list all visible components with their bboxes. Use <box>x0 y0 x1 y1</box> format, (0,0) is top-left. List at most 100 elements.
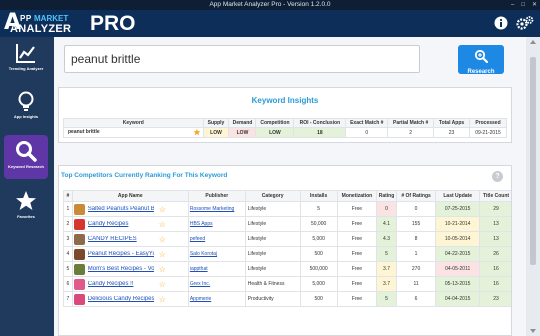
app-name-cell: Candy Recipes ☆ <box>71 216 189 232</box>
app-name-link[interactable]: Candy Recipes !! <box>88 281 154 287</box>
publisher-link[interactable]: HBS Apps <box>190 221 213 227</box>
app-name-link[interactable]: Candy Recipes <box>88 221 154 227</box>
logo-pro: PRO <box>90 12 136 35</box>
favorite-star-icon[interactable]: ☆ <box>159 295 166 304</box>
favorite-star-icon[interactable]: ☆ <box>159 265 166 274</box>
app-name-cell: Delicious Candy Recipes ☆ <box>71 291 189 307</box>
total-apps-value: 23 <box>433 127 470 138</box>
col-publisher: Publisher <box>187 190 246 202</box>
competitors-title: Top Competitors Currently Ranking For Th… <box>61 172 228 179</box>
table-row[interactable]: 5 Mom's Best Recipes - Vol ☆ iappthat Lifest… <box>63 261 511 277</box>
sidebar-item-label: Favorites <box>17 214 35 219</box>
app-name-link[interactable]: Delicious Candy Recipes <box>88 296 154 302</box>
favorite-star-icon[interactable]: ★ <box>193 128 200 137</box>
rank-cell: 1 <box>63 201 73 217</box>
last-update-cell: 10-21-2014 <box>435 216 481 232</box>
app-name-cell: Peanut Recipes - EasyYun ☆ <box>71 246 189 262</box>
research-button[interactable]: Research <box>458 45 504 75</box>
info-icon[interactable] <box>494 16 508 30</box>
installs-cell: 500 <box>299 246 338 262</box>
table-row[interactable]: 1 Salted Peanuts Peanut Br ☆ Rossome Market… <box>63 201 511 217</box>
col-app-name: App Name <box>71 190 189 202</box>
sidebar-item-trending-analyzer[interactable]: Trending Analyzer <box>4 37 48 81</box>
scrollbar[interactable] <box>526 37 540 336</box>
table-row[interactable]: 6 Candy Recipes !! ☆ Grex Inc. Health & Fitn… <box>63 276 511 292</box>
publisher-link[interactable]: Appmerie <box>190 296 211 302</box>
table-row[interactable]: 7 Delicious Candy Recipes ☆ Appmerie Product… <box>63 291 511 307</box>
last-update-cell: 10-05-2014 <box>435 231 481 247</box>
table-row[interactable]: peanut brittle ★ LOW LOW LOW 18 0 2 23 0… <box>63 127 508 138</box>
title-count-cell: 13 <box>479 216 511 232</box>
sidebar-item-app-insights[interactable]: App Insights <box>4 85 48 129</box>
col-processed: Processed <box>468 118 508 128</box>
app-name-link[interactable]: Peanut Recipes - EasyYun <box>88 251 154 257</box>
window-title: App Market Analyzer Pro - Version 1.2.0.… <box>209 1 331 8</box>
app-name-link[interactable]: Mom's Best Recipes - Vol <box>88 266 154 272</box>
app-icon <box>73 203 85 215</box>
window-titlebar: App Market Analyzer Pro - Version 1.2.0.… <box>0 0 540 10</box>
category-cell: Lifestyle <box>244 216 301 232</box>
scroll-down-icon[interactable] <box>530 329 536 333</box>
app-name-cell: Candy Recipes !! ☆ <box>71 276 189 292</box>
scroll-thumb[interactable] <box>530 57 536 265</box>
app-logo: A PP MARKET ANALYZER PRO <box>4 12 154 35</box>
title-count-cell: 23 <box>479 291 511 307</box>
monetization-cell: Free <box>336 231 378 247</box>
rank-cell: 5 <box>63 261 73 277</box>
app-name-link[interactable]: CANDY RECIPES <box>88 236 154 242</box>
publisher-link[interactable]: iappthat <box>190 266 208 272</box>
favorite-star-icon[interactable]: ☆ <box>159 250 166 259</box>
sidebar-item-favorites[interactable]: Favorites <box>4 185 48 229</box>
favorite-star-icon[interactable]: ☆ <box>159 235 166 244</box>
favorite-star-icon[interactable]: ☆ <box>159 220 166 229</box>
rating-cell: 4.3 <box>376 231 397 247</box>
competition-value: LOW <box>255 127 295 138</box>
last-update-cell: 04-05-2011 <box>435 261 481 277</box>
keyword-cell: peanut brittle ★ <box>63 127 204 138</box>
rating-cell: 3.7 <box>376 261 397 277</box>
search-input[interactable] <box>65 46 419 72</box>
keyword-insights-panel: Keyword Insights Keyword Supply Demand C… <box>58 87 512 143</box>
rating-cell: 5 <box>376 246 397 262</box>
favorite-star-icon[interactable]: ☆ <box>159 280 166 289</box>
demand-value: LOW <box>228 127 257 138</box>
logo-analyzer: ANALYZER <box>10 23 72 35</box>
sidebar-item-keyword-research[interactable]: Keyword Research <box>4 135 48 179</box>
app-name-cell: CANDY RECIPES ☆ <box>71 231 189 247</box>
title-count-cell: 29 <box>479 201 511 217</box>
help-icon[interactable]: ? <box>492 171 503 182</box>
search-box <box>64 45 420 73</box>
rank-cell: 2 <box>63 216 73 232</box>
publisher-link[interactable]: pefeed <box>190 236 205 242</box>
monetization-cell: Free <box>336 276 378 292</box>
category-cell: Lifestyle <box>244 246 301 262</box>
publisher-link[interactable]: Rossome Marketing <box>190 206 234 212</box>
minimize-icon[interactable]: – <box>511 0 514 10</box>
app-icon <box>73 233 85 245</box>
logo-market: MARKET <box>34 14 69 23</box>
publisher-link[interactable]: Grex Inc. <box>190 281 210 287</box>
gears-icon[interactable] <box>516 15 534 31</box>
last-update-cell: 05-13-2015 <box>435 276 481 292</box>
table-row[interactable]: 3 CANDY RECIPES ☆ pefeed Lifestyle 5,000 Free 4… <box>63 231 511 247</box>
favorite-star-icon[interactable]: ☆ <box>159 205 166 214</box>
sidebar: Trending Analyzer App Insights Keyword R… <box>0 37 52 336</box>
table-row[interactable]: 4 Peanut Recipes - EasyYun ☆ Salo Korotaj Li… <box>63 246 511 262</box>
monetization-cell: Free <box>336 201 378 217</box>
rank-cell: 7 <box>63 291 73 307</box>
table-row[interactable]: 2 Candy Recipes ☆ HBS Apps Lifestyle 50,000 Fr… <box>63 216 511 232</box>
star-icon <box>16 191 36 210</box>
title-count-cell: 16 <box>479 276 511 292</box>
processed-value: 09-21-2015 <box>468 127 508 138</box>
col-title-count: Title Count <box>479 190 511 202</box>
col-supply: Supply <box>202 118 230 128</box>
logo-pp: PP <box>20 14 32 23</box>
maximize-icon[interactable]: □ <box>521 0 525 10</box>
publisher-link[interactable]: Salo Korotaj <box>190 251 217 257</box>
scroll-up-icon[interactable] <box>530 40 536 44</box>
rating-cell: 4.1 <box>376 216 397 232</box>
app-name-link[interactable]: Salted Peanuts Peanut Br <box>88 206 154 212</box>
close-icon[interactable]: ✕ <box>532 0 537 10</box>
supply-value: LOW <box>202 127 230 138</box>
publisher-cell: HBS Apps <box>187 216 246 232</box>
